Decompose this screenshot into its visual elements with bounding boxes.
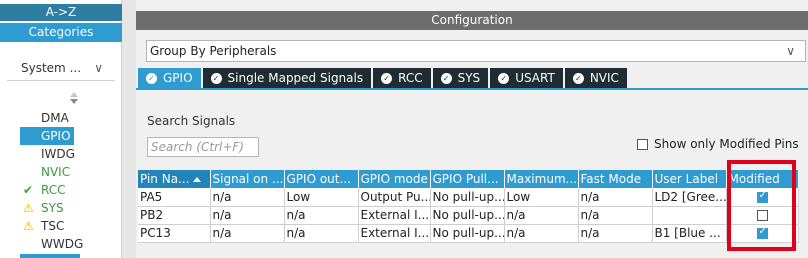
category-list: DMA GPIO IWDG NVIC ✔ RCC ⚠ SYS ⚠ TSC WWD… [20,109,120,253]
cell-gpio-mode: External I... [358,206,431,225]
category-item-nvic[interactable]: NVIC [20,163,120,181]
sort-az-tab[interactable]: A->Z [0,4,122,21]
column-header-pin-name[interactable]: Pin Na... [138,170,211,188]
configuration-header: Configuration [136,11,808,30]
category-item-wwdg[interactable]: WWDG [20,235,120,253]
show-modified-label: Show only Modified Pins [654,137,799,151]
cell-signal: n/a [210,188,285,207]
tab-usart[interactable]: ✓ USART [490,68,563,88]
modified-checkbox[interactable] [756,190,768,203]
column-header-user-label[interactable]: User Label [652,170,727,188]
category-item-sys[interactable]: ⚠ SYS [20,199,120,217]
group-by-select[interactable]: Group By Peripherals ∨ [146,40,806,62]
table-header-row: Pin Na... Signal on ... GPIO out... GPIO… [138,170,799,188]
check-circle-icon: ✓ [440,72,452,84]
cell-signal: n/a [210,224,285,243]
cell-gpio-pull: No pull-up... [430,206,505,225]
sort-arrows-icon[interactable] [70,92,80,106]
categories-tab[interactable]: Categories [0,23,122,42]
cell-user-label [652,206,727,225]
cell-user-label: B1 [Blue ... [652,224,727,243]
peripheral-tabs: ✓ GPIO ✓ Single Mapped Signals ✓ RCC ✓ SYS ✓… [138,68,629,88]
category-item-iwdg[interactable]: IWDG [20,145,120,163]
cell-pin-name: PB2 [138,206,211,225]
cell-maximum: Low [504,188,579,207]
tab-rcc[interactable]: ✓ RCC [373,68,431,88]
tab-underline [136,88,808,90]
cell-user-label: LD2 [Gree... [652,188,727,207]
check-circle-icon: ✓ [146,72,157,84]
cell-maximum: n/a [504,206,579,225]
left-panel: A->Z Categories System ... ∨ DMA GPIO IW… [0,0,122,258]
sort-ascending-icon [192,177,201,182]
search-input[interactable]: Search (Ctrl+F) [147,137,259,157]
left-scrollbar[interactable] [20,254,80,258]
check-circle-icon: ✓ [572,72,584,84]
configuration-panel: Configuration Group By Peripherals ∨ ✓ GP… [136,0,808,258]
show-modified-toggle[interactable]: Show only Modified Pins [637,137,799,151]
signals-table: Pin Na... Signal on ... GPIO out... GPIO… [138,170,799,243]
cell-gpio-mode: External I... [358,224,431,243]
check-circle-icon: ✓ [210,72,222,84]
cell-gpio-pull: No pull-up... [430,188,505,207]
tab-gpio[interactable]: ✓ GPIO [138,68,201,88]
group-by-value: Group By Peripherals [150,44,277,58]
cell-pin-name: PC13 [138,224,211,243]
modified-checkbox[interactable] [756,210,768,221]
column-header-maximum[interactable]: Maximum... [504,170,579,188]
check-icon: ✔ [23,183,34,197]
check-circle-icon: ✓ [498,72,510,84]
table-row[interactable]: PC13 n/a n/a External I... No pull-up...… [138,224,799,243]
category-item-rcc[interactable]: ✔ RCC [20,181,120,199]
cell-fast-mode: n/a [578,206,653,225]
cell-gpio-pull: No pull-up... [430,224,505,243]
panel-splitter[interactable] [122,0,136,258]
tab-single-mapped-signals[interactable]: ✓ Single Mapped Signals [202,68,372,88]
cell-pin-name: PA5 [138,188,211,207]
cell-fast-mode: n/a [578,188,653,207]
tab-sys[interactable]: ✓ SYS [432,68,489,88]
table-row[interactable]: PA5 n/a Low Output Pu... No pull-up... L… [138,188,799,207]
category-item-dma[interactable]: DMA [20,109,120,127]
show-modified-checkbox[interactable] [637,138,648,150]
modified-checkbox[interactable] [756,226,768,239]
cell-signal: n/a [210,206,285,225]
column-header-gpio-pull[interactable]: GPIO Pull... [430,170,505,188]
cell-maximum: n/a [504,224,579,243]
cell-gpio-output: n/a [284,206,359,225]
table-row[interactable]: PB2 n/a n/a External I... No pull-up... … [138,206,799,225]
cell-gpio-output: Low [284,188,359,207]
category-item-tsc[interactable]: ⚠ TSC [20,217,120,235]
cell-gpio-output: n/a [284,224,359,243]
tab-nvic[interactable]: ✓ NVIC [564,68,627,88]
cell-fast-mode: n/a [578,224,653,243]
column-header-gpio-mode[interactable]: GPIO mode [358,170,431,188]
check-circle-icon: ✓ [381,72,393,84]
category-item-gpio[interactable]: GPIO [20,127,74,145]
cell-modified [726,188,799,207]
cell-modified [726,224,799,243]
cell-modified [726,206,799,225]
search-signals-label: Search Signals [147,114,236,128]
system-dropdown[interactable]: System ... ∨ [7,57,115,81]
column-header-gpio-output[interactable]: GPIO out... [284,170,359,188]
column-header-modified[interactable]: Modified [726,170,799,188]
system-dropdown-label: System ... [21,61,82,75]
chevron-down-icon: ∨ [94,61,103,75]
warning-icon: ⚠ [23,219,34,233]
cell-gpio-mode: Output Pu... [358,188,431,207]
chevron-down-icon: ∨ [786,44,795,58]
column-header-fast-mode[interactable]: Fast Mode [578,170,653,188]
column-header-signal[interactable]: Signal on ... [210,170,285,188]
warning-icon: ⚠ [23,201,34,215]
